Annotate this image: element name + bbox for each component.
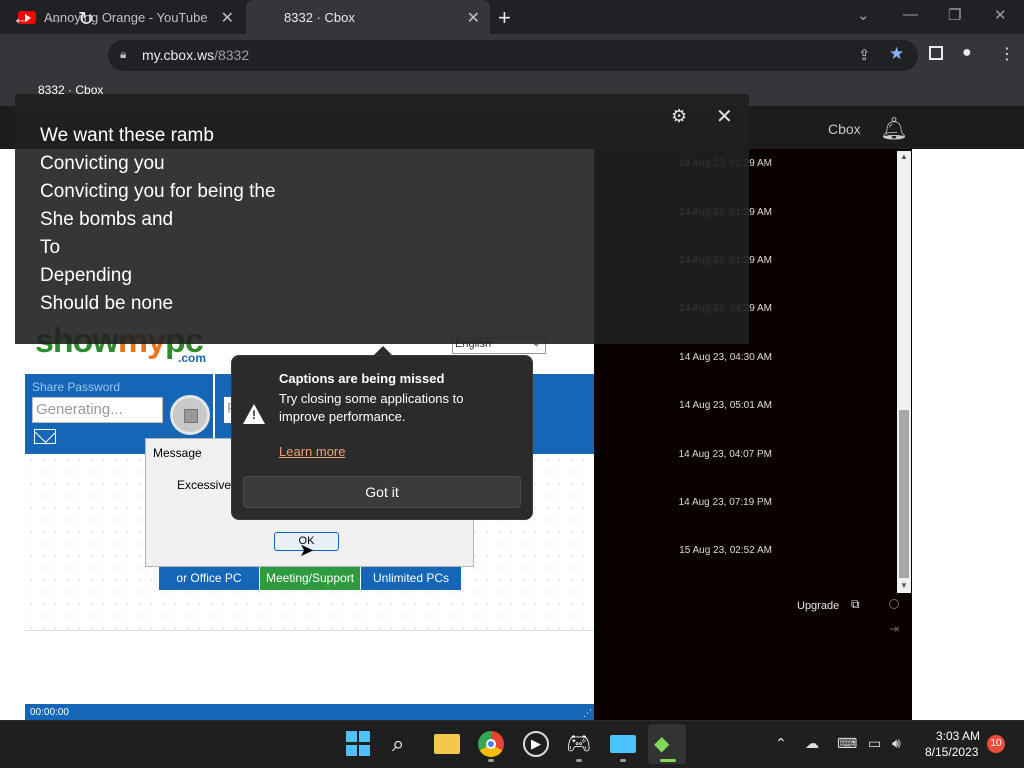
network-icon[interactable]: ▭ <box>868 735 881 752</box>
active-indicator <box>660 759 676 762</box>
caption-line: Convicting you for being the <box>40 181 276 202</box>
password-field[interactable]: Generating... <box>32 397 163 423</box>
minimize-icon[interactable]: — <box>903 6 918 23</box>
caption-line: Depending <box>40 265 132 286</box>
tab-title: Annoying Orange - YouTube <box>44 9 208 25</box>
tab-youtube[interactable]: Annoying Orange - YouTube ✕ <box>8 0 244 34</box>
scroll-up-icon[interactable]: ▲ <box>900 152 908 161</box>
message-timestamp: 14 Aug 23, 07:19 PM <box>678 497 772 508</box>
session-timer: 00:00:00 <box>30 707 69 718</box>
mail-icon[interactable] <box>34 429 56 444</box>
game-controller-icon[interactable]: 🎮︎ <box>566 731 592 757</box>
start-icon[interactable] <box>346 731 372 757</box>
sign-in-icon[interactable]: ⇥ <box>889 622 899 636</box>
new-tab-button[interactable]: + <box>498 5 511 31</box>
onedrive-icon[interactable]: ☁ <box>805 735 819 752</box>
resize-grip-icon[interactable]: ⋰ <box>583 708 592 719</box>
caption-line: She bombs and <box>40 209 174 230</box>
upgrade-link[interactable]: Upgrade <box>797 600 839 612</box>
side-panel-icon[interactable] <box>929 46 943 60</box>
tab-hover-title: 8332 · Cbox <box>38 83 104 97</box>
warning-mark: ! <box>252 408 256 422</box>
popup-title: Captions are being missed <box>279 371 445 386</box>
lock-icon[interactable]: 🔒︎ <box>120 47 126 62</box>
caption-line: To <box>40 237 61 258</box>
share-password-label: Share Password <box>32 380 121 394</box>
message-timestamp: 14 Aug 23, 04:07 PM <box>678 449 772 460</box>
forward-icon[interactable]: → <box>45 8 64 30</box>
logo-domain: .com <box>178 351 207 365</box>
tray-overflow-icon[interactable]: ⌃ <box>775 735 787 752</box>
tab-title: 8332 · Cbox <box>284 9 355 25</box>
mouse-cursor-icon: ➤ <box>299 540 315 560</box>
remote-status-bar <box>25 704 594 720</box>
remote-app-icon[interactable] <box>610 735 636 753</box>
running-indicator <box>620 759 626 762</box>
learn-more-link[interactable]: Learn more <box>279 444 345 459</box>
bell-icon[interactable]: 🔔︎ <box>880 116 908 142</box>
caption-line: Should be none <box>40 293 174 314</box>
caption-line: Convicting you <box>40 153 165 174</box>
status-circle-icon[interactable] <box>889 599 899 609</box>
scroll-down-icon[interactable]: ▼ <box>900 581 908 590</box>
file-explorer-icon[interactable] <box>434 734 460 754</box>
caption-close-icon[interactable]: ✕ <box>716 104 733 129</box>
caption-settings-icon[interactable]: ⚙ <box>671 106 687 127</box>
notification-badge[interactable]: 10 <box>987 735 1005 753</box>
share-icon[interactable]: ⇪ <box>858 46 871 64</box>
running-indicator <box>576 759 582 762</box>
meeting-support-button[interactable]: Meeting/Support <box>260 567 360 590</box>
separator <box>25 630 594 631</box>
office-pc-button[interactable]: or Office PC <box>159 567 259 590</box>
message-timestamp: 14 Aug 23, 04:30 AM <box>679 352 772 363</box>
chrome-icon-center <box>486 739 496 749</box>
stop-button[interactable] <box>170 395 210 435</box>
menu-icon[interactable]: ⋮ <box>999 44 1015 64</box>
media-player-icon[interactable]: ▶ <box>523 731 549 757</box>
restore-icon[interactable]: ❐ <box>948 6 961 24</box>
dialog-title: Message <box>153 446 202 460</box>
cbox-brand[interactable]: Cbox <box>828 121 861 137</box>
tab-search-icon[interactable]: ⌄ <box>857 6 870 24</box>
caption-line: We want these ramb <box>40 125 214 146</box>
window-close-icon[interactable]: ✕ <box>994 6 1007 24</box>
back-icon[interactable]: ← <box>12 8 31 30</box>
profile-icon[interactable]: ● <box>962 44 972 62</box>
url-text[interactable]: my.cbox.ws/8332 <box>142 47 249 63</box>
external-link-icon[interactable]: ⧉ <box>851 597 860 612</box>
page-margin <box>912 149 1024 720</box>
bookmark-star-icon[interactable]: ★ <box>889 44 904 64</box>
running-indicator <box>488 759 494 762</box>
showmypc-app-icon[interactable]: ◆ <box>654 731 680 757</box>
close-tab-icon[interactable]: ✕ <box>221 8 234 28</box>
scrollbar-thumb[interactable] <box>899 410 909 578</box>
popup-body: Try closing some applications to improve… <box>279 391 464 424</box>
keyboard-icon[interactable]: ⌨ <box>837 735 857 752</box>
clock-date[interactable]: 8/15/2023 <box>925 745 978 759</box>
message-timestamp: 15 Aug 23, 02:52 AM <box>679 545 772 556</box>
tab-cbox[interactable]: 8332 · Cbox ✕ <box>246 0 490 34</box>
volume-icon[interactable]: 🔊︎ <box>892 735 901 752</box>
close-tab-icon[interactable]: ✕ <box>467 8 480 28</box>
unlimited-pcs-button[interactable]: Unlimited PCs <box>361 567 461 590</box>
search-icon[interactable]: ⌕ <box>392 731 418 757</box>
reload-icon[interactable]: ↻ <box>78 8 94 31</box>
clock-time[interactable]: 3:03 AM <box>936 729 980 743</box>
got-it-button[interactable]: Got it <box>243 476 521 508</box>
message-timestamp: 14 Aug 23, 05:01 AM <box>679 400 772 411</box>
